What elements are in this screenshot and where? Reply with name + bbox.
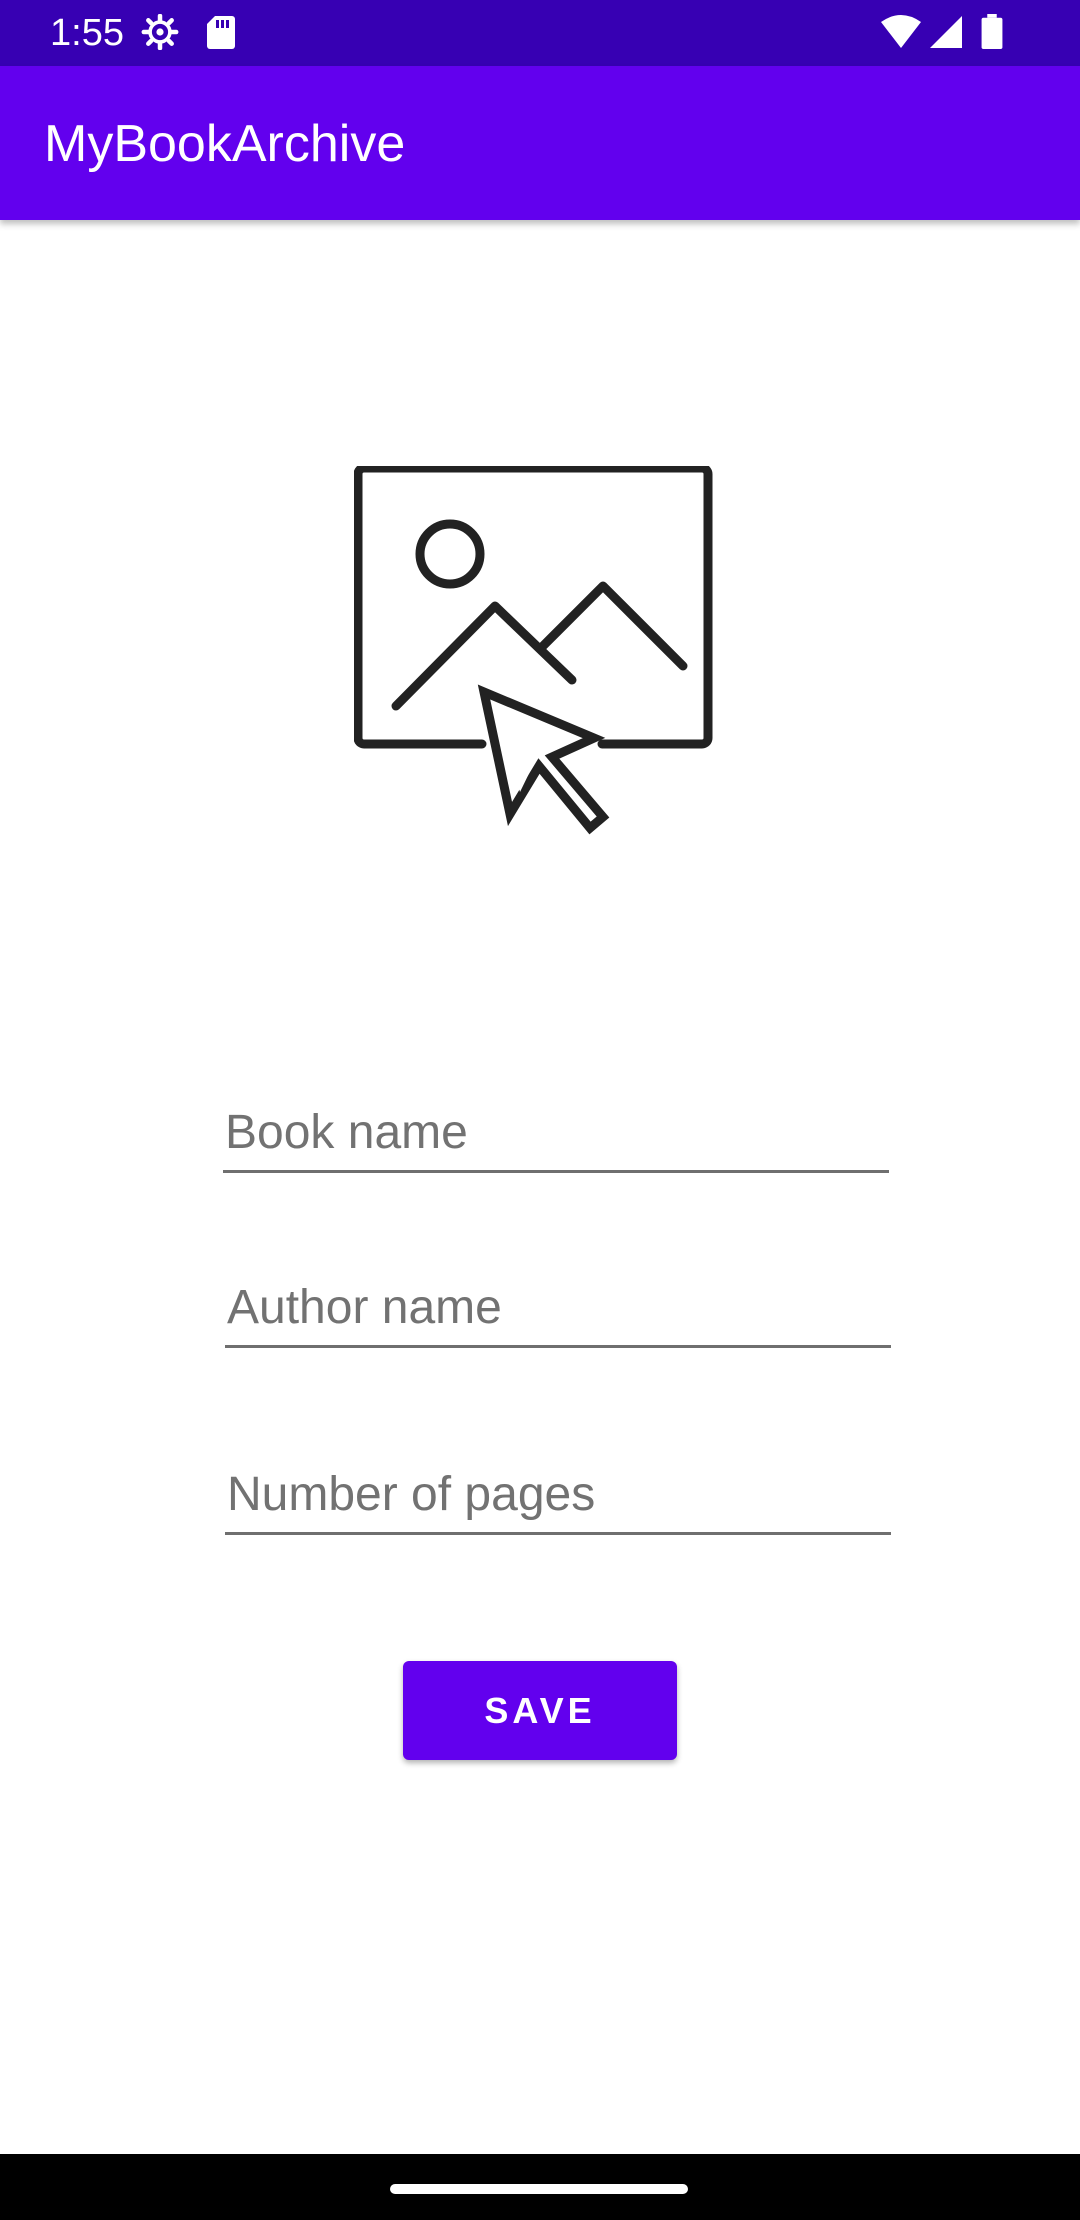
signal-icon (930, 16, 962, 48)
author-name-input[interactable] (227, 1280, 893, 1335)
status-time: 1:55 (50, 12, 124, 54)
number-of-pages-field[interactable] (225, 1442, 893, 1535)
select-image-icon (353, 463, 713, 835)
battery-icon (981, 14, 1003, 50)
number-of-pages-input[interactable] (227, 1467, 893, 1522)
book-name-field[interactable] (223, 1080, 891, 1173)
author-name-field[interactable] (225, 1255, 893, 1348)
app-bar: MyBookArchive (0, 66, 1080, 220)
save-button[interactable]: SAVE (403, 1661, 677, 1760)
save-button-label: SAVE (484, 1690, 596, 1731)
home-handle[interactable] (390, 2184, 688, 2194)
status-bar: 1:55 (0, 0, 1080, 66)
settings-icon (141, 14, 179, 50)
select-image-button[interactable] (353, 463, 726, 838)
screen: 1:55 MyBookArchive Book name Author name… (0, 0, 1080, 2220)
app-title: MyBookArchive (44, 115, 406, 173)
navigation-bar (0, 2154, 1080, 2220)
sd-card-icon (207, 16, 235, 49)
book-name-input[interactable] (225, 1105, 891, 1160)
wifi-icon (881, 15, 921, 48)
